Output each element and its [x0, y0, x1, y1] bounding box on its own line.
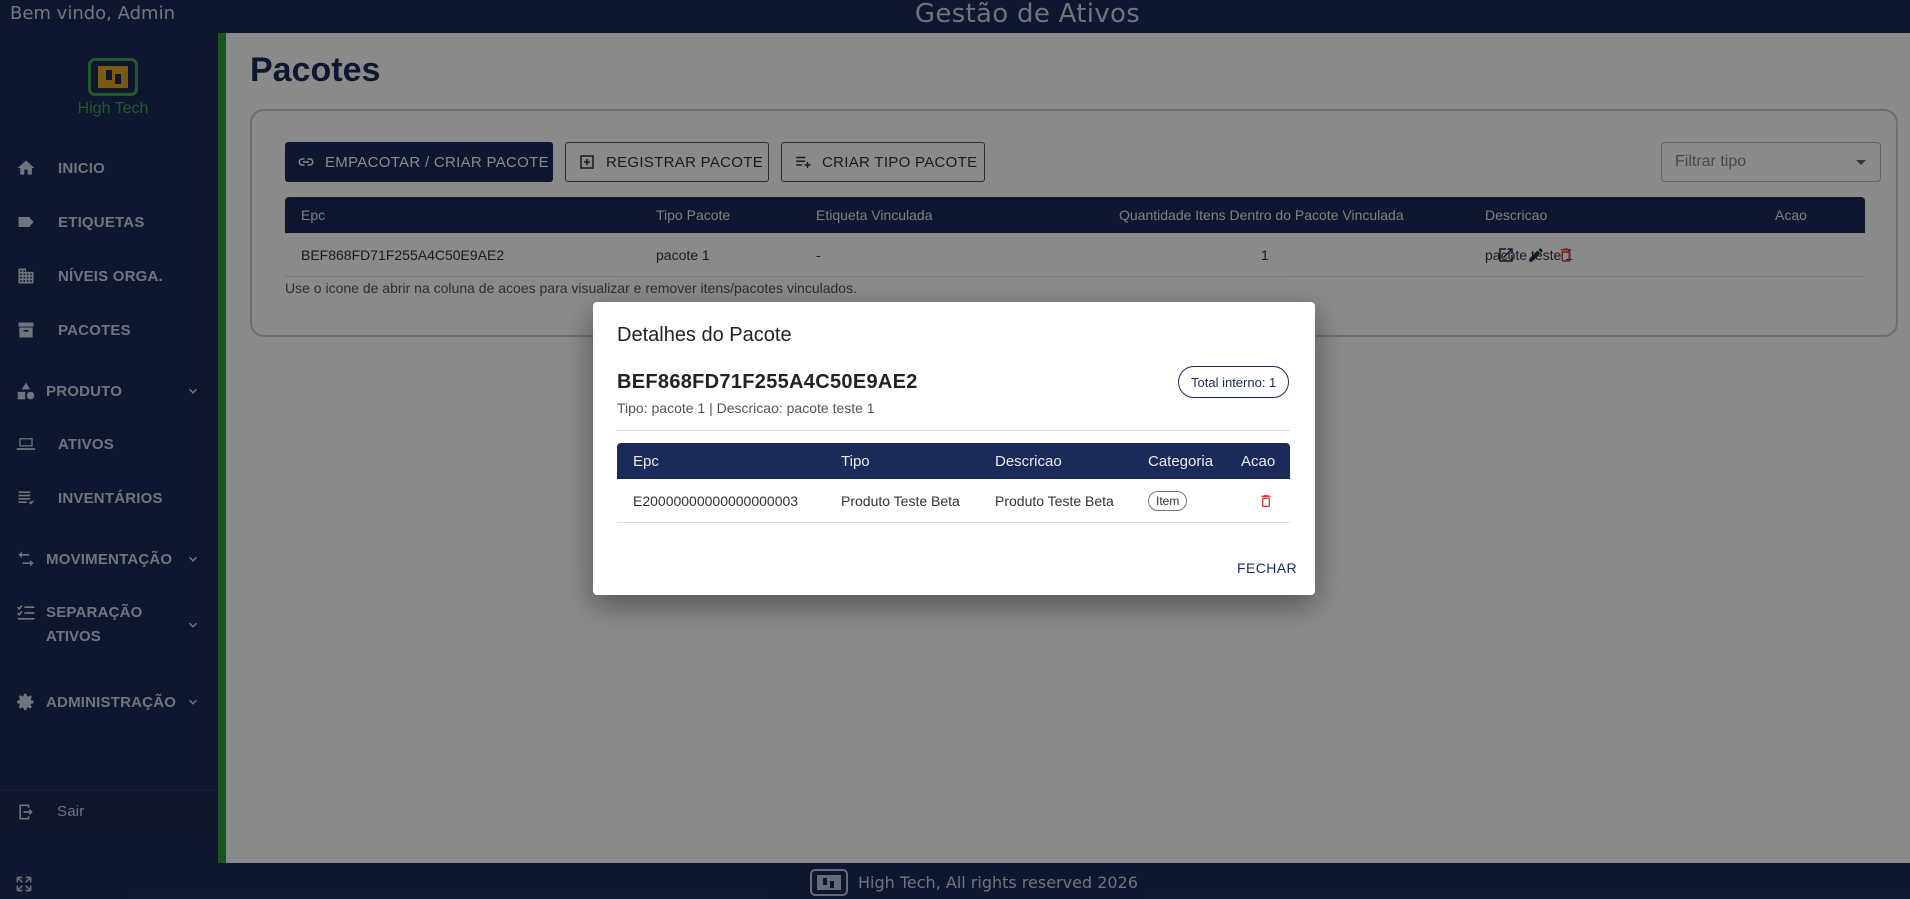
col-acao: Acao — [1241, 452, 1276, 470]
delete-icon — [1261, 494, 1271, 507]
dialog-divider — [617, 430, 1290, 431]
dialog-subtitle: Tipo: pacote 1 | Descricao: pacote teste… — [617, 400, 875, 416]
table-header: Epc Tipo Descricao Categoria Acao — [617, 443, 1290, 479]
cell-descricao: Produto Teste Beta — [995, 492, 1114, 509]
dialog-title: Detalhes do Pacote — [617, 324, 792, 346]
close-button[interactable]: FECHAR — [1237, 560, 1297, 576]
col-epc: Epc — [633, 452, 659, 470]
dialog-items-table: Epc Tipo Descricao Categoria Acao E20000… — [617, 443, 1290, 523]
table-row: E20000000000000000003 Produto Teste Beta… — [617, 479, 1290, 523]
total-interno-badge: Total interno: 1 — [1178, 366, 1290, 398]
package-details-dialog: Detalhes do Pacote BEF868FD71F255A4C50E9… — [593, 302, 1315, 595]
category-chip: Item — [1148, 490, 1188, 511]
col-categoria: Categoria — [1148, 452, 1214, 470]
col-tipo: Tipo — [841, 452, 870, 470]
cell-tipo: Produto Teste Beta — [841, 492, 960, 509]
col-descricao: Descricao — [995, 452, 1062, 470]
cell-categoria: Item — [1148, 479, 1188, 522]
cell-epc: E20000000000000000003 — [633, 492, 799, 509]
dialog-epc: BEF868FD71F255A4C50E9AE2 — [617, 371, 918, 393]
remove-item-button[interactable] — [1258, 479, 1274, 522]
